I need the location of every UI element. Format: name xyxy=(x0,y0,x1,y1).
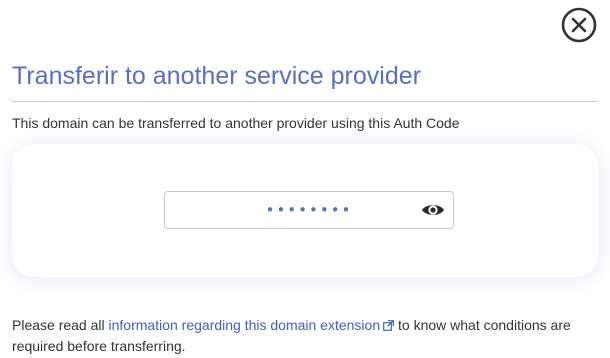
close-button[interactable] xyxy=(561,7,597,43)
footer-text-before: Please read all xyxy=(12,317,109,333)
close-icon xyxy=(561,7,597,43)
show-code-toggle[interactable] xyxy=(421,200,445,220)
auth-code-field[interactable]: •••••••• xyxy=(164,191,454,229)
transfer-info-text: Please read all information regarding th… xyxy=(12,315,602,357)
auth-code-masked-value: •••••••• xyxy=(265,201,353,219)
dialog-description: This domain can be transferred to anothe… xyxy=(12,115,460,131)
transfer-dialog: Transferir to another service provider T… xyxy=(0,0,610,358)
dialog-title: Transferir to another service provider xyxy=(12,62,421,90)
title-divider xyxy=(12,101,598,102)
auth-code-card: •••••••• xyxy=(12,144,598,277)
info-link-label: information regarding this domain extens… xyxy=(108,317,381,333)
eye-icon xyxy=(422,205,444,215)
external-link-icon xyxy=(383,320,395,331)
domain-extension-info-link[interactable]: information regarding this domain extens… xyxy=(109,317,395,333)
